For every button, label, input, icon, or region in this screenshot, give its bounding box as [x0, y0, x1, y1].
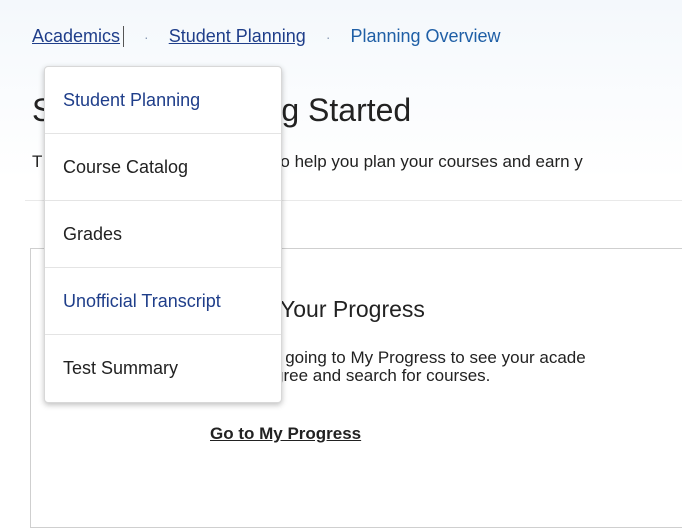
menu-item-course-catalog[interactable]: Course Catalog: [45, 134, 281, 201]
breadcrumb: Academics · Student Planning · Planning …: [32, 26, 501, 47]
breadcrumb-separator: ·: [144, 28, 149, 45]
page-title-suffix: g Started: [281, 92, 412, 128]
breadcrumb-student-planning[interactable]: Student Planning: [169, 26, 306, 47]
go-to-my-progress-link[interactable]: Go to My Progress: [210, 424, 361, 444]
menu-item-grades[interactable]: Grades: [45, 201, 281, 268]
intro-prefix: T: [32, 152, 43, 171]
breadcrumb-planning-overview[interactable]: Planning Overview: [350, 26, 500, 47]
menu-item-test-summary[interactable]: Test Summary: [45, 335, 281, 402]
menu-item-unofficial-transcript[interactable]: Unofficial Transcript: [45, 268, 281, 335]
academics-dropdown-menu: Student Planning Course Catalog Grades U…: [44, 66, 282, 403]
breadcrumb-academics[interactable]: Academics: [32, 26, 125, 47]
breadcrumb-separator: ·: [325, 28, 331, 45]
intro-suffix: o help you plan your courses and earn y: [280, 152, 583, 171]
progress-card-title-text: Your Progress: [280, 296, 425, 322]
progress-card-text-line2: gree and search for courses.: [274, 366, 491, 385]
menu-item-student-planning[interactable]: Student Planning: [45, 67, 281, 134]
progress-card-text-line1: y going to My Progress to see your acade: [272, 348, 586, 367]
